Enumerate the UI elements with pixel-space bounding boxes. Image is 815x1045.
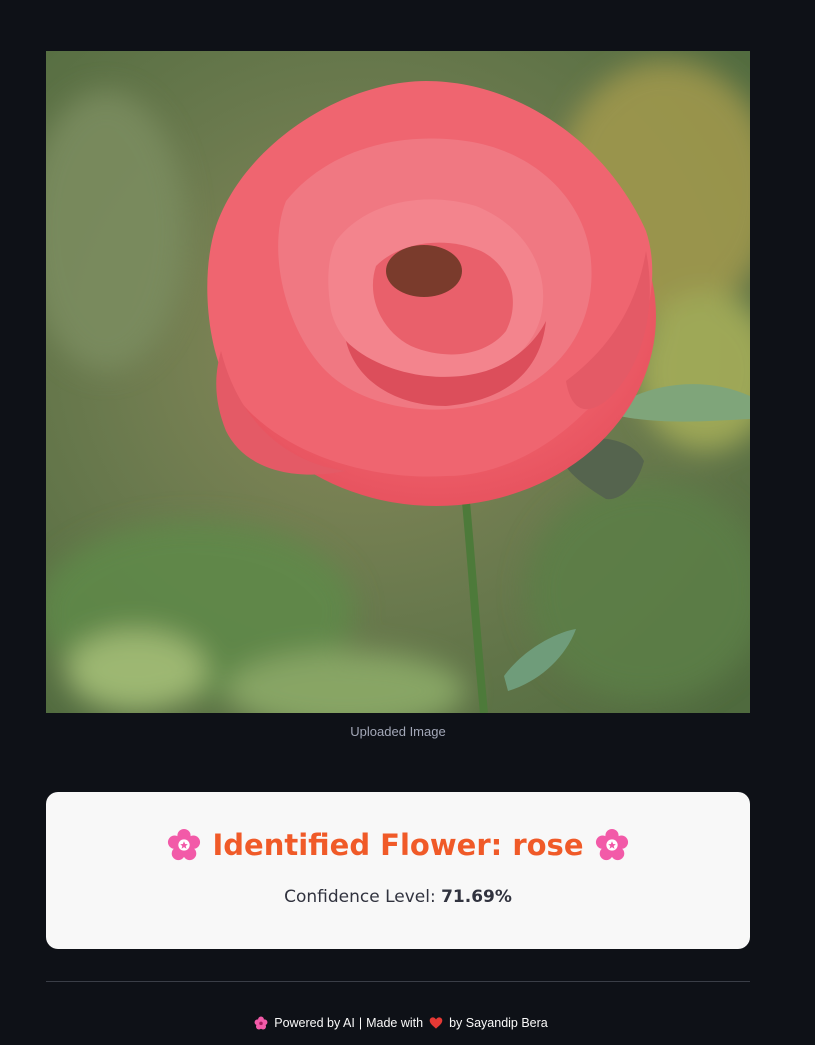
footer-powered-text: Powered by AI (274, 1016, 355, 1030)
result-title-prefix: Identified Flower: (212, 828, 503, 862)
footer: Powered by AI | Made with by Sayandip Be… (46, 1016, 750, 1030)
result-card: Identified Flower: rose Confidence Level… (46, 792, 750, 949)
uploaded-flower-image (46, 51, 750, 713)
confidence-value: 71.69% (441, 887, 512, 907)
confidence-text: Confidence Level: 71.69% (46, 887, 750, 907)
cherry-blossom-icon (167, 828, 200, 861)
result-heading: Identified Flower: rose (213, 828, 584, 862)
footer-separator: | (358, 1016, 363, 1030)
image-caption: Uploaded Image (350, 724, 446, 739)
heart-icon (429, 1017, 443, 1029)
divider (46, 981, 750, 982)
footer-author: by Sayandip Bera (449, 1016, 548, 1030)
result-title: Identified Flower: rose (46, 828, 750, 862)
cherry-blossom-icon (596, 828, 629, 861)
flower-name: rose (512, 828, 584, 862)
confidence-label: Confidence Level: (284, 887, 436, 907)
footer-made-with: Made with (366, 1016, 424, 1030)
hibiscus-icon (254, 1016, 268, 1030)
